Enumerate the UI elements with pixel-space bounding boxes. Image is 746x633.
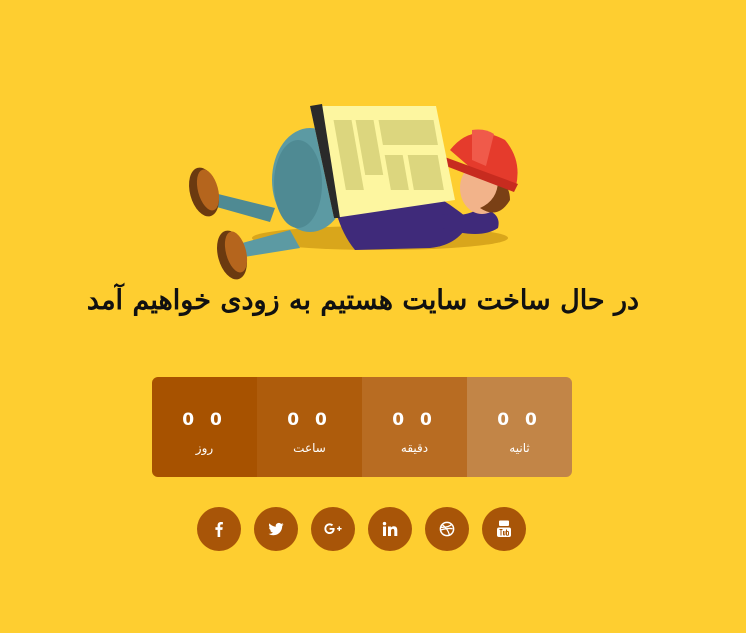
page-headline: در حال ساخت سایت هستیم به زودی خواهیم آم… <box>86 285 640 316</box>
coming-soon-page: در حال ساخت سایت هستیم به زودی خواهیم آم… <box>0 0 746 633</box>
youtube-icon <box>497 520 511 537</box>
countdown-days-value: 0 0 <box>182 410 227 430</box>
dribbble-button[interactable] <box>425 507 469 551</box>
facebook-icon <box>215 522 223 537</box>
countdown-seconds: 0 0 ثانیه <box>467 377 572 477</box>
facebook-button[interactable] <box>197 507 241 551</box>
linkedin-button[interactable] <box>368 507 412 551</box>
countdown-seconds-label: ثانیه <box>509 441 530 455</box>
countdown-timer: 0 0 روز 0 0 ساعت 0 0 دقیقه 0 0 ثانیه <box>152 377 572 477</box>
linkedin-icon <box>382 521 398 536</box>
countdown-days: 0 0 روز <box>152 377 257 477</box>
countdown-hours: 0 0 ساعت <box>257 377 362 477</box>
youtube-button[interactable] <box>482 507 526 551</box>
countdown-minutes-label: دقیقه <box>400 441 429 455</box>
twitter-button[interactable] <box>254 507 298 551</box>
countdown-days-label: روز <box>195 441 214 455</box>
google-plus-icon <box>324 523 342 534</box>
countdown-minutes-value: 0 0 <box>392 410 437 430</box>
social-links <box>197 507 526 551</box>
twitter-icon <box>268 522 284 536</box>
dribbble-icon <box>439 521 455 537</box>
countdown-hours-value: 0 0 <box>287 410 332 430</box>
google-plus-button[interactable] <box>311 507 355 551</box>
worker-resting-illustration <box>189 104 518 280</box>
countdown-seconds-value: 0 0 <box>497 410 542 430</box>
countdown-minutes: 0 0 دقیقه <box>362 377 467 477</box>
countdown-hours-label: ساعت <box>293 441 326 455</box>
